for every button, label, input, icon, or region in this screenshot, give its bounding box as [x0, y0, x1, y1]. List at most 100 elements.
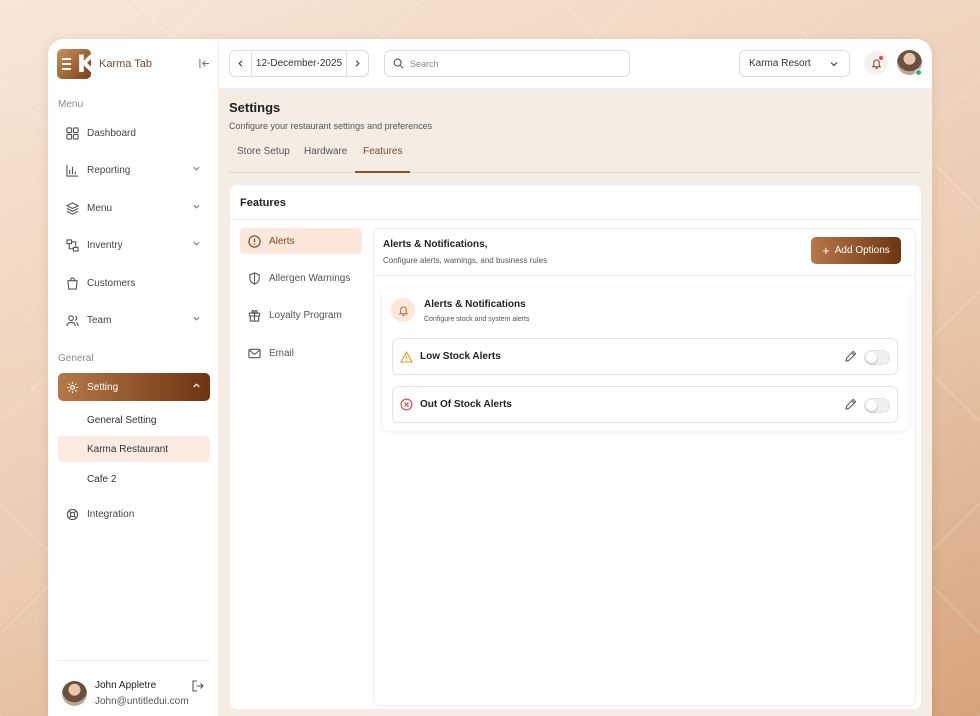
general-section-label: General	[58, 353, 94, 364]
sidebar-item-label: Customers	[87, 277, 136, 289]
features-nav-label: Loyalty Program	[269, 309, 342, 321]
tab-hardware[interactable]: Hardware	[304, 146, 347, 173]
mail-icon	[247, 346, 261, 360]
current-date[interactable]: 12-December-2025	[252, 58, 346, 69]
search-input[interactable]	[410, 58, 610, 69]
divider	[374, 275, 915, 276]
divider	[230, 219, 921, 220]
chevron-down-icon	[192, 239, 201, 251]
low-stock-toggle[interactable]	[864, 350, 890, 365]
sidebar-item-customers[interactable]: Customers	[58, 269, 210, 297]
alerts-settings-card: Alerts & Notifications Configure stock a…	[382, 288, 909, 431]
prev-date-button[interactable]	[230, 51, 252, 76]
add-options-label: Add Options	[834, 245, 890, 256]
sidebar-subitem-cafe-2[interactable]: Cafe 2	[58, 466, 210, 492]
sidebar-item-label: Menu	[87, 202, 113, 214]
sidebar-subitem-general-setting[interactable]: General Setting	[58, 407, 210, 433]
app-window: K Karma Tab Menu Dashboard Reporting Men…	[48, 39, 932, 716]
panel-title: Alerts & Notifications,	[383, 239, 488, 250]
sidebar-item-inventry[interactable]: Inventry	[58, 231, 210, 259]
pencil-icon[interactable]	[844, 398, 857, 416]
features-nav-allergen-warnings[interactable]: Allergen Warnings	[240, 265, 362, 291]
features-title: Features	[240, 197, 286, 209]
shield-icon	[247, 271, 261, 285]
alert-circle-icon	[247, 234, 261, 248]
alert-label: Low Stock Alerts	[420, 351, 501, 362]
profile-email: John@untitledui.com	[95, 696, 189, 707]
sidebar-item-dashboard[interactable]: Dashboard	[58, 119, 210, 147]
alerts-card-title: Alerts & Notifications	[424, 299, 526, 310]
page-title: Settings	[229, 100, 281, 115]
sidebar-item-label: Integration	[87, 508, 135, 520]
sidebar-item-label: Setting	[87, 381, 119, 393]
features-card: Features Alerts Allergen Warnings Loyalt…	[229, 184, 922, 710]
logout-icon[interactable]	[192, 679, 204, 697]
page-subtitle: Configure your restaurant settings and p…	[229, 121, 433, 131]
next-date-button[interactable]	[346, 51, 368, 76]
search-box	[384, 50, 630, 77]
panel-subtitle: Configure alerts, warnings, and business…	[383, 256, 548, 265]
features-nav-loyalty-program[interactable]: Loyalty Program	[240, 302, 362, 328]
main-content: Settings Configure your restaurant setti…	[219, 89, 932, 716]
lifebuoy-icon	[65, 507, 79, 521]
sidebar-item-team[interactable]: Team	[58, 306, 210, 334]
bell-icon	[391, 298, 415, 322]
shopping-bag-icon	[65, 276, 79, 290]
gift-icon	[247, 308, 261, 322]
avatar	[62, 681, 87, 706]
gear-icon	[65, 380, 79, 394]
alerts-card-subtitle: Configure stock and system alerts	[424, 316, 530, 323]
settings-tabs: Store Setup Hardware Features	[229, 140, 922, 173]
sidebar-item-menu[interactable]: Menu	[58, 194, 210, 222]
pencil-icon[interactable]	[844, 350, 857, 368]
layers-icon	[65, 201, 79, 215]
location-select[interactable]: Karma Resort	[739, 50, 850, 77]
chevron-down-icon	[192, 314, 201, 326]
features-nav-label: Alerts	[269, 235, 295, 247]
location-label: Karma Resort	[749, 58, 811, 69]
plus-icon: +	[822, 242, 830, 258]
notifications-button[interactable]	[864, 51, 888, 75]
sidebar-item-label: Team	[87, 314, 112, 326]
sidebar: K Karma Tab Menu Dashboard Reporting Men…	[48, 39, 219, 716]
features-nav-label: Allergen Warnings	[269, 272, 351, 284]
users-icon	[65, 313, 79, 327]
chevron-up-icon	[192, 381, 201, 393]
bar-chart-icon	[65, 163, 79, 177]
sidebar-item-label: Inventry	[87, 239, 123, 251]
add-options-button[interactable]: + Add Options	[811, 237, 901, 264]
chevron-down-icon	[829, 59, 839, 72]
chevron-down-icon	[192, 202, 201, 214]
sidebar-item-setting[interactable]: Setting	[58, 373, 210, 401]
chevron-left-icon	[238, 60, 243, 67]
features-nav-alerts[interactable]: Alerts	[240, 228, 362, 254]
sidebar-item-integration[interactable]: Integration	[58, 500, 210, 528]
online-status-dot	[915, 69, 922, 76]
alerts-panel: Alerts & Notifications, Configure alerts…	[373, 228, 916, 706]
alert-row-out-of-stock: Out Of Stock Alerts	[392, 386, 898, 423]
inventory-icon	[65, 238, 79, 252]
alert-label: Out Of Stock Alerts	[420, 399, 512, 410]
date-picker: 12-December-2025	[229, 50, 369, 77]
sidebar-subitem-karma-restaurant[interactable]: Karma Restaurant	[58, 436, 210, 462]
profile-name: John Appletre	[95, 680, 157, 691]
alert-row-low-stock: Low Stock Alerts	[392, 338, 898, 375]
tab-store-setup[interactable]: Store Setup	[237, 146, 290, 173]
features-nav-email[interactable]: Email	[240, 340, 362, 366]
user-profile: John Appletre John@untitledui.com	[58, 660, 210, 716]
search-icon	[393, 58, 404, 69]
brand-logo: K	[57, 49, 96, 79]
sidebar-item-label: Dashboard	[87, 127, 136, 139]
tab-features[interactable]: Features	[355, 146, 411, 173]
collapse-sidebar-icon[interactable]	[199, 58, 210, 72]
sidebar-item-reporting[interactable]: Reporting	[58, 156, 210, 184]
menu-section-label: Menu	[58, 99, 84, 110]
chevron-right-icon	[355, 60, 360, 67]
out-of-stock-toggle[interactable]	[864, 398, 890, 413]
dashboard-icon	[65, 126, 79, 140]
brand-name: Karma Tab	[99, 58, 152, 70]
warning-triangle-icon	[400, 350, 413, 363]
topbar: 12-December-2025 Karma Resort	[219, 39, 932, 89]
notification-dot	[879, 56, 883, 60]
sidebar-item-label: Reporting	[87, 164, 131, 176]
